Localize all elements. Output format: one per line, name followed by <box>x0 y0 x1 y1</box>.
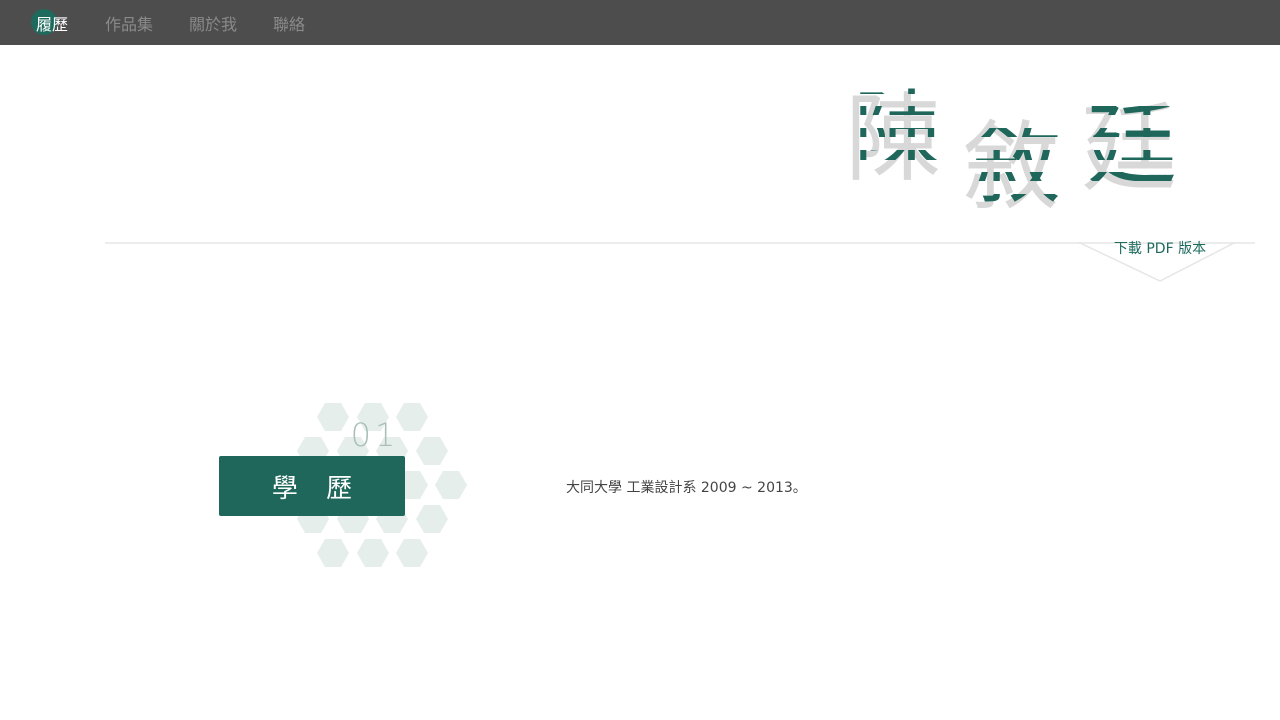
name-char-2-shadow: 敘 <box>963 111 1059 223</box>
nav-item-label: 作品集 <box>105 14 154 34</box>
nav-item-resume[interactable]: 履歷 <box>31 0 69 45</box>
nav-item-label: 關於我 <box>189 14 238 34</box>
nav-item-contact[interactable]: 聯絡 <box>273 0 305 45</box>
name-logo-graphic: 陳 敘 廷 陳 敘 廷 <box>845 83 1177 223</box>
nav-item-label: 聯絡 <box>273 14 306 34</box>
nav-item-portfolio[interactable]: 作品集 <box>105 0 153 45</box>
nav-item-label: 履歷 <box>36 14 69 34</box>
section-number: 01 <box>350 416 400 454</box>
top-navbar: 履歷 作品集 關於我 聯絡 <box>0 0 1280 45</box>
section-content: 大同大學 工業設計系 2009 ~ 2013。 <box>566 480 807 496</box>
section-title: 學 歷 <box>219 456 405 516</box>
name-logo: 陳 敘 廷 陳 敘 廷 <box>845 72 1185 223</box>
pdf-download-link[interactable]: 下載 PDF 版本 <box>1078 242 1242 257</box>
pdf-download-tab[interactable]: 下載 PDF 版本 <box>1078 242 1238 284</box>
nav-item-about[interactable]: 關於我 <box>189 0 237 45</box>
